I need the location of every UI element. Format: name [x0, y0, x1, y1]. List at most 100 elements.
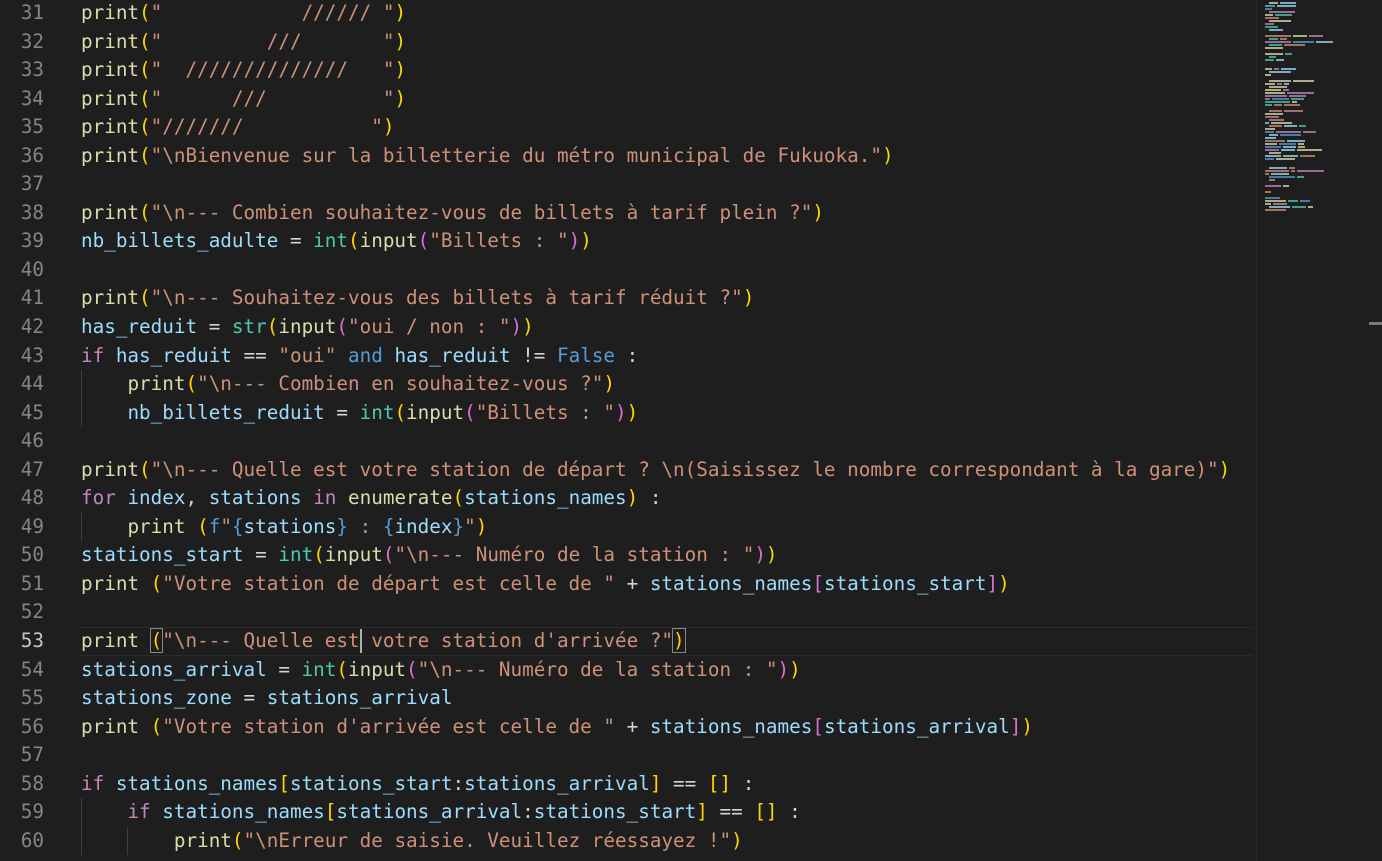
vertical-scrollbar[interactable]	[1368, 0, 1382, 861]
code-text[interactable]: print(" /// ")	[81, 28, 406, 57]
minimap[interactable]	[1256, 0, 1369, 861]
code-token: print	[81, 571, 140, 595]
code-line[interactable]: 53 print ("\n--- Quelle est votre station…	[0, 627, 1256, 656]
code-line[interactable]: 40	[0, 256, 1256, 285]
code-line[interactable]: 49 print (f"{stations} : {index}")	[0, 513, 1256, 542]
indent-guide	[81, 512, 82, 542]
code-text[interactable]: has_reduit = str(input("oui / non : "))	[81, 313, 534, 342]
code-text[interactable]: print("\nErreur de saisie. Veuillez rées…	[81, 827, 743, 856]
code-line[interactable]: 39 nb_billets_adulte = int(input("Billets…	[0, 227, 1256, 256]
minimap-line	[1275, 14, 1292, 16]
code-line[interactable]: 60 print("\nErreur de saisie. Veuillez r…	[0, 827, 1256, 856]
minimap-line	[1265, 203, 1271, 205]
code-line[interactable]: 34 print(" /// ")	[0, 85, 1256, 114]
line-number: 32	[20, 29, 44, 53]
minimap-line	[1269, 20, 1291, 22]
code-text[interactable]: print(" ////// ")	[81, 0, 406, 28]
code-line[interactable]: 43 if has_reduit == "oui" and has_reduit …	[0, 342, 1256, 371]
code-line[interactable]: 59 if stations_names[stations_arrival:st…	[0, 798, 1256, 827]
minimap-line	[1284, 44, 1305, 46]
code-line[interactable]: 56 print ("Votre station d'arrivée est ce…	[0, 713, 1256, 742]
code-line[interactable]: 31 print(" ////// ")	[0, 0, 1256, 28]
minimap-line	[1265, 23, 1274, 25]
code-token: stations_start	[289, 771, 453, 795]
code-line[interactable]: 57	[0, 741, 1256, 770]
code-line[interactable]: 48 for index, stations in enumerate(stati…	[0, 484, 1256, 513]
code-line[interactable]: 47 print("\n--- Quelle est votre station …	[0, 456, 1256, 485]
code-text[interactable]: stations_start = int(input("\n--- Numéro…	[81, 541, 778, 570]
minimap-line	[1281, 149, 1295, 151]
code-text[interactable]: print(" ////////////// ")	[81, 56, 406, 85]
code-text[interactable]: nb_billets_adulte = int(input("Billets :…	[81, 227, 592, 256]
code-text[interactable]: print("\n--- Souhaitez-vous des billets …	[81, 284, 754, 313]
code-text[interactable]: print("/////// ")	[81, 113, 394, 142]
code-text[interactable]: print ("Votre station d'arrivée est cell…	[81, 713, 1033, 742]
code-line[interactable]: 44 print("\n--- Combien en souhaitez-vou…	[0, 370, 1256, 399]
code-token: (	[406, 657, 418, 681]
code-token: print	[81, 457, 140, 481]
code-line[interactable]: 35 print("/////// ")	[0, 113, 1256, 142]
code-text[interactable]: print ("\n--- Quelle est votre station d…	[81, 627, 686, 656]
code-text[interactable]: if stations_names[stations_arrival:stati…	[81, 798, 800, 827]
code-text[interactable]: print("\n--- Combien en souhaitez-vous ?…	[81, 370, 615, 399]
code-token: )	[672, 628, 686, 654]
minimap-line	[1284, 104, 1300, 106]
code-text[interactable]: stations_arrival = int(input("\n--- Numé…	[81, 656, 801, 685]
minimap-line	[1265, 155, 1281, 157]
code-token: (	[139, 457, 151, 481]
minimap-line	[1265, 95, 1287, 97]
code-token: :	[452, 771, 465, 795]
code-line[interactable]: 58 if stations_names[stations_start:stati…	[0, 770, 1256, 799]
code-line[interactable]: 54 stations_arrival = int(input("\n--- Nu…	[0, 656, 1256, 685]
code-token: (	[139, 143, 151, 167]
code-line[interactable]: 42 has_reduit = str(input("oui / non : ")…	[0, 313, 1256, 342]
code-token: )	[765, 543, 778, 567]
code-line[interactable]: 55 stations_zone = stations_arrival	[0, 684, 1256, 713]
scrollbar-position-marker[interactable]	[1369, 322, 1382, 325]
minimap-line	[1285, 53, 1292, 55]
code-text[interactable]: print(" /// ")	[81, 85, 406, 114]
code-token: nb_billets_reduit	[127, 400, 325, 424]
minimap-line	[1265, 209, 1286, 211]
code-token: stations_start	[81, 543, 244, 567]
code-token: (	[149, 628, 164, 654]
code-token: print	[127, 372, 186, 396]
code-text[interactable]: print ("Votre station de départ est cell…	[81, 570, 1010, 599]
code-text[interactable]: if stations_names[stations_start:station…	[81, 770, 754, 799]
line-number: 33	[20, 58, 44, 82]
code-token: stations_arrival	[336, 800, 523, 824]
code-text[interactable]: print("\n--- Quelle est votre station de…	[81, 456, 1230, 485]
code-line[interactable]: 50 stations_start = int(input("\n--- Numé…	[0, 541, 1256, 570]
minimap-line	[1303, 131, 1316, 133]
code-line[interactable]: 45 nb_billets_reduit = int(input("Billet…	[0, 399, 1256, 428]
line-number: 47	[20, 457, 44, 481]
code-line[interactable]: 36 print("\nBienvenue sur la billetterie …	[0, 142, 1256, 171]
code-token: "Billets : "	[475, 400, 616, 424]
code-token: (	[197, 514, 209, 538]
line-number: 43	[20, 343, 44, 367]
code-token: (	[139, 115, 151, 139]
code-line[interactable]: 46	[0, 427, 1256, 456]
code-line[interactable]: 33 print(" ////////////// ")	[0, 56, 1256, 85]
minimap-line	[1273, 203, 1287, 205]
minimap-line	[1265, 68, 1272, 70]
code-text[interactable]: for index, stations in enumerate(station…	[81, 484, 661, 513]
code-area[interactable]: 31 print(" ////// ") 32 print(" /// ") 33 pri…	[0, 0, 1256, 861]
code-editor[interactable]: 31 print(" ////// ") 32 print(" /// ") 33 pri…	[0, 0, 1382, 861]
code-line[interactable]: 41 print("\n--- Souhaitez-vous des billet…	[0, 284, 1256, 313]
code-line[interactable]: 38 print("\n--- Combien souhaitez-vous de…	[0, 199, 1256, 228]
code-line[interactable]: 52	[0, 598, 1256, 627]
code-line[interactable]: 37	[0, 170, 1256, 199]
code-text[interactable]: print("\nBienvenue sur la billetterie du…	[81, 142, 894, 171]
code-text[interactable]: print("\n--- Combien souhaitez-vous de b…	[81, 199, 824, 228]
line-number: 55	[20, 686, 44, 710]
code-line[interactable]: 32 print(" /// ")	[0, 28, 1256, 57]
line-number: 38	[20, 200, 44, 224]
minimap-line	[1271, 173, 1289, 175]
code-line[interactable]: 51 print ("Votre station de départ est ce…	[0, 570, 1256, 599]
code-text[interactable]: nb_billets_reduit = int(input("Billets :…	[81, 399, 638, 428]
code-text[interactable]: if has_reduit == "oui" and has_reduit !=…	[81, 342, 638, 371]
code-text[interactable]: print (f"{stations} : {index}")	[81, 513, 487, 542]
code-text[interactable]: stations_zone = stations_arrival	[81, 684, 452, 713]
